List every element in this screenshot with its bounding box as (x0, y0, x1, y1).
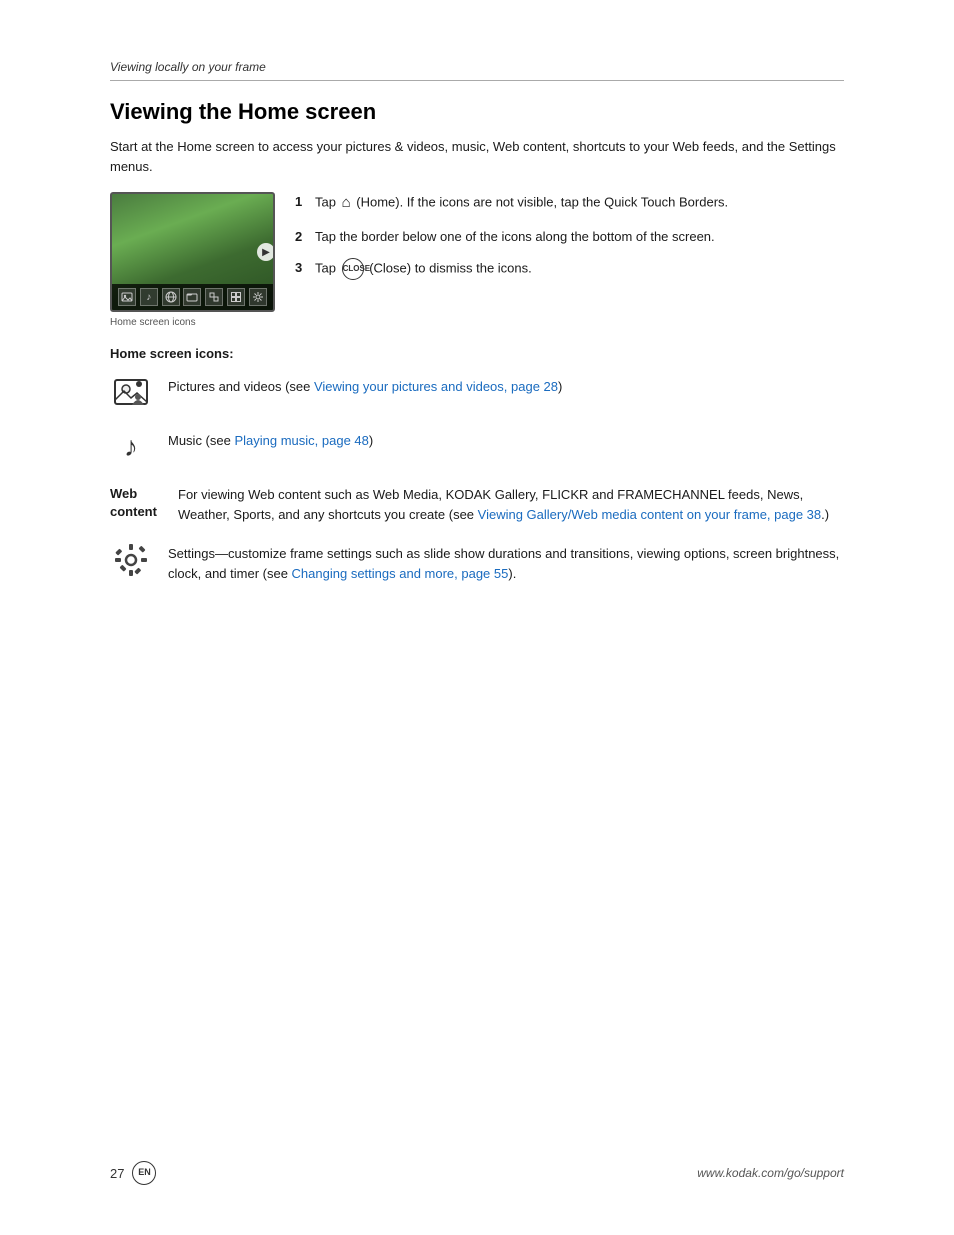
settings-icon-cell (110, 542, 152, 578)
intro-text: Start at the Home screen to access your … (110, 137, 844, 176)
nav-arrow: ▶ (257, 243, 275, 261)
intro-section: ♪ (110, 192, 844, 328)
gear-icon (113, 542, 149, 578)
step-1: 1 Tap ⌂ (Home). If the icons are not vis… (295, 192, 844, 215)
web-content-link[interactable]: Viewing Gallery/Web media content on you… (478, 507, 822, 522)
step-2: 2 Tap the border below one of the icons … (295, 227, 844, 247)
music-icon: ♪ (113, 429, 149, 465)
close-badge-icon: CLOSE (342, 258, 364, 280)
home-icon: ⌂ (342, 192, 351, 215)
step-2-num: 2 (295, 227, 315, 247)
frame-image-block: ♪ (110, 192, 275, 328)
photos-link[interactable]: Viewing your pictures and videos, page 2… (314, 379, 558, 394)
music-desc: Music (see Playing music, page 48) (168, 429, 844, 451)
toolbar-icon-folder (183, 288, 201, 306)
en-badge: EN (132, 1161, 156, 1185)
steps-block: 1 Tap ⌂ (Home). If the icons are not vis… (295, 192, 844, 328)
frame-toolbar: ♪ (112, 284, 273, 310)
web-content-label: Web content (110, 483, 178, 521)
step-3-text: Tap CLOSE (Close) to dismiss the icons. (315, 258, 844, 280)
page-number: 27 (110, 1166, 124, 1181)
toolbar-icon-music: ♪ (140, 288, 158, 306)
toolbar-icon-box3 (227, 288, 245, 306)
settings-link[interactable]: Changing settings and more, page 55 (292, 566, 509, 581)
page: Viewing locally on your frame Viewing th… (0, 0, 954, 1235)
music-icon-cell: ♪ (110, 429, 152, 465)
settings-desc: Settings—customize frame settings such a… (168, 542, 844, 583)
website-url: www.kodak.com/go/support (697, 1166, 844, 1180)
icon-row-music: ♪ Music (see Playing music, page 48) (110, 429, 844, 465)
music-link[interactable]: Playing music, page 48 (234, 433, 368, 448)
toolbar-icon-web (162, 288, 180, 306)
web-content-row: Web content For viewing Web content such… (110, 483, 844, 524)
icon-row-settings: Settings—customize frame settings such a… (110, 542, 844, 583)
section-label: Viewing locally on your frame (110, 60, 844, 74)
step-1-text: Tap ⌂ (Home). If the icons are not visib… (315, 192, 844, 215)
page-title: Viewing the Home screen (110, 99, 844, 125)
step-1-num: 1 (295, 192, 315, 215)
icons-section: Home screen icons: Pictures a (110, 346, 844, 583)
frame-image: ♪ (110, 192, 275, 312)
toolbar-icon-box2 (205, 288, 223, 306)
frame-caption: Home screen icons (110, 317, 196, 328)
page-number-area: 27 EN (110, 1161, 156, 1185)
photos-desc: Pictures and videos (see Viewing your pi… (168, 375, 844, 397)
step-3-num: 3 (295, 258, 315, 280)
music-note-icon: ♪ (124, 431, 138, 463)
step-2-text: Tap the border below one of the icons al… (315, 227, 844, 247)
web-content-desc: For viewing Web content such as Web Medi… (178, 483, 844, 524)
toolbar-icon-gear (249, 288, 267, 306)
section-divider (110, 80, 844, 81)
bottom-bar: 27 EN www.kodak.com/go/support (110, 1161, 844, 1185)
step-3: 3 Tap CLOSE (Close) to dismiss the icons… (295, 258, 844, 280)
icon-row-photos: Pictures and videos (see Viewing your pi… (110, 375, 844, 411)
photos-icon (113, 375, 149, 411)
icons-section-heading: Home screen icons: (110, 346, 844, 361)
toolbar-icon-photos (118, 288, 136, 306)
photos-icon-cell (110, 375, 152, 411)
